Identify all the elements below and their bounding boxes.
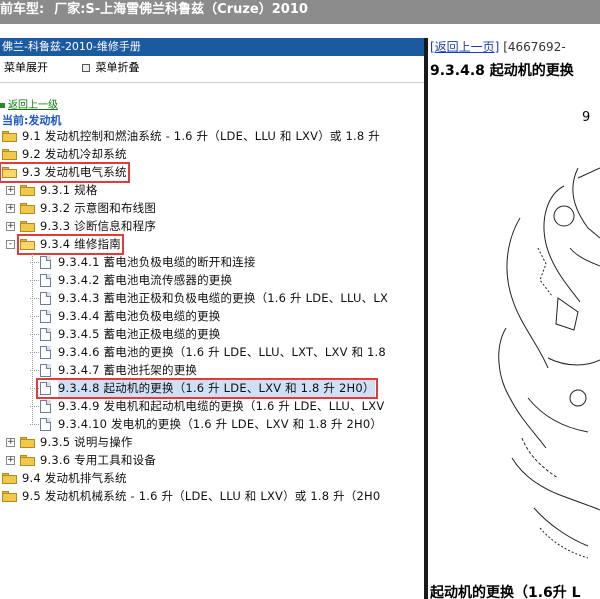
tree-folder-item[interactable]: +9.3.1 规格 xyxy=(0,182,424,199)
folder-icon xyxy=(2,491,17,502)
document-icon xyxy=(40,418,51,431)
folder-icon xyxy=(2,473,17,484)
back-link-wrap: 返回上一级 xyxy=(0,96,58,111)
tree-item-label: 9.3.4.3 蓄电池正极和负极电缆的更换（1.6 升 LDE、LLU、LX xyxy=(58,291,389,305)
tree-doc-item[interactable]: 9.3.4.2 蓄电池电流传感器的更换 xyxy=(0,272,424,289)
highlight-box xyxy=(36,378,378,399)
collapse-all-button[interactable]: 菜单折叠 xyxy=(80,60,154,76)
starter-diagram xyxy=(498,167,600,559)
document-icon xyxy=(40,310,51,323)
content-panel: [返回上一页] [4667692- 9.3.4.8 起动机的更换 9 起动机的更… xyxy=(428,38,600,599)
section-heading: 起动机的更换（1.6升 L xyxy=(430,585,581,599)
expand-icon[interactable]: + xyxy=(6,204,15,213)
current-location: 当前:发动机 xyxy=(2,114,62,127)
tree-item-label: 9.3.4.1 蓄电池负极电缆的断开和连接 xyxy=(58,255,256,269)
expand-icon[interactable]: + xyxy=(6,222,15,231)
folder-icon xyxy=(2,149,17,160)
collapse-bind: 菜单折叠 xyxy=(95,61,140,74)
tree-doc-item[interactable]: 9.3.4.3 蓄电池正极和负极电缆的更换（1.6 升 LDE、LLU、LX xyxy=(0,290,424,307)
vehicle-name: 厂家:S-上海雪佛兰科鲁兹（Cruze）2010 xyxy=(54,2,308,17)
tree-folder-item[interactable]: 9.1 发动机控制和燃油系统 - 1.6 升（LDE、LLU 和 LXV）或 1… xyxy=(0,128,424,145)
tree-item-label: 9.1 发动机控制和燃油系统 - 1.6 升（LDE、LLU 和 LXV）或 1… xyxy=(22,129,380,143)
callout-number: 9 xyxy=(582,110,591,125)
folder-icon xyxy=(20,185,35,196)
tree-folder-item[interactable]: +9.3.2 示意图和布线图 xyxy=(0,200,424,217)
document-icon xyxy=(40,364,51,377)
expand-icon[interactable]: + xyxy=(6,456,15,465)
expand-icon[interactable]: + xyxy=(6,186,15,195)
collapse-tree-icon[interactable]: - xyxy=(6,240,15,249)
tree-doc-item[interactable]: 9.3.4.9 发电机和起动机电缆的更换（1.6 升 LDE、LLU、LXV xyxy=(0,398,424,415)
highlight-box xyxy=(0,162,130,183)
vehicle-prefix: 前车型: xyxy=(0,2,45,17)
tree-doc-item[interactable]: 9.3.4.8 起动机的更换（1.6 升 LDE、LXV 和 1.8 升 2H0… xyxy=(0,378,424,399)
document-icon xyxy=(40,292,51,305)
back-page-link[interactable]: [返回上一页] xyxy=(430,40,499,54)
folder-icon xyxy=(20,455,35,466)
tree-item-label: 9.2 发动机冷却系统 xyxy=(22,147,127,161)
doc-id: [4667692- xyxy=(503,40,566,54)
tree-folder-item[interactable]: 9.4 发动机排气系统 xyxy=(0,470,424,487)
tree-item-label: 9.3.5 说明与操作 xyxy=(40,435,133,449)
expand-bind: 菜单展开 xyxy=(4,61,48,74)
tree-folder-item[interactable]: 9.5 发动机机械系统 - 1.6 升（LDE、LLU 和 LXV）或 1.8 … xyxy=(0,488,424,505)
tree-folder-item[interactable]: -9.3.4 维修指南 xyxy=(0,234,424,255)
tree-item-label: 9.3.4.6 蓄电池的更换（1.6 升 LDE、LLU、LXT、LXV 和 1… xyxy=(58,345,386,359)
tree-connector xyxy=(32,254,33,425)
bullet-icon xyxy=(0,102,5,108)
tree-item-label: 9.3.4.10 发电机的更换（1.6 升 LDE、LXV 和 1.8 升 2H… xyxy=(58,417,383,431)
tree-item-label: 9.3.4.5 蓄电池正极电缆的更换 xyxy=(58,327,221,341)
document-icon xyxy=(40,328,51,341)
tree-folder-item[interactable]: 9.2 发动机冷却系统 xyxy=(0,146,424,163)
tree-item-label: 9.3.4.7 蓄电池托架的更换 xyxy=(58,363,198,377)
document-icon xyxy=(40,346,51,359)
tree-folder-item[interactable]: 9.3 发动机电气系统 xyxy=(0,162,424,183)
folder-icon xyxy=(20,437,35,448)
tree-folder-item[interactable]: +9.3.3 诊断信息和程序 xyxy=(0,218,424,235)
vehicle-title-bar: 前车型: 厂家:S-上海雪佛兰科鲁兹（Cruze）2010 xyxy=(0,0,600,24)
expand-icon[interactable]: + xyxy=(6,438,15,447)
tree-item-label: 9.3.1 规格 xyxy=(40,183,98,197)
manual-title: 佛兰-科鲁兹-2010-维修手册 xyxy=(0,38,424,56)
tree-item-label: 9.3.4.2 蓄电池电流传感器的更换 xyxy=(58,273,233,287)
tree-item-label: 9.4 发动机排气系统 xyxy=(22,471,127,485)
toc-toolbar: 菜单展开 菜单折叠 xyxy=(0,60,168,76)
tree-item-label: 9.3.4.9 发电机和起动机电缆的更换（1.6 升 LDE、LLU、LXV xyxy=(58,399,385,413)
expand-all-button[interactable]: 菜单展开 xyxy=(0,60,62,76)
collapse-icon xyxy=(81,64,90,72)
tree-item-label: 9.3.2 示意图和布线图 xyxy=(40,201,157,215)
document-icon xyxy=(40,256,51,269)
tree-item-label: 9.3.6 专用工具和设备 xyxy=(40,453,157,467)
page-title: 9.3.4.8 起动机的更换 xyxy=(430,63,574,79)
folder-icon xyxy=(20,203,35,214)
document-icon xyxy=(40,274,51,287)
tree-doc-item[interactable]: 9.3.4.1 蓄电池负极电缆的断开和连接 xyxy=(0,254,424,271)
folder-icon xyxy=(2,131,17,142)
tree-doc-item[interactable]: 9.3.4.7 蓄电池托架的更换 xyxy=(0,362,424,379)
divider xyxy=(0,82,424,83)
document-icon xyxy=(40,400,51,413)
tree-item-label: 9.3.3 诊断信息和程序 xyxy=(40,219,157,233)
tree-folder-item[interactable]: +9.3.6 专用工具和设备 xyxy=(0,452,424,469)
highlight-box xyxy=(17,234,124,255)
tree-item-label: 9.3.4.4 蓄电池负极电缆的更换 xyxy=(58,309,221,323)
tree-doc-item[interactable]: 9.3.4.6 蓄电池的更换（1.6 升 LDE、LLU、LXT、LXV 和 1… xyxy=(0,344,424,361)
tree-doc-item[interactable]: 9.3.4.5 蓄电池正极电缆的更换 xyxy=(0,326,424,343)
tree-item-label: 9.5 发动机机械系统 - 1.6 升（LDE、LLU 和 LXV）或 1.8 … xyxy=(22,489,381,503)
folder-icon xyxy=(20,221,35,232)
tree-doc-item[interactable]: 9.3.4.4 蓄电池负极电缆的更换 xyxy=(0,308,424,325)
content-nav: [返回上一页] [4667692- xyxy=(430,38,566,55)
tree-folder-item[interactable]: +9.3.5 说明与操作 xyxy=(0,434,424,451)
app-root: 前车型: 厂家:S-上海雪佛兰科鲁兹（Cruze）2010 佛兰-科鲁兹-2010… xyxy=(0,0,600,599)
toc-panel: 佛兰-科鲁兹-2010-维修手册 菜单展开 菜单折叠 返回上一级 当前:发动机 … xyxy=(0,38,424,599)
tree-doc-item[interactable]: 9.3.4.10 发电机的更换（1.6 升 LDE、LXV 和 1.8 升 2H… xyxy=(0,416,424,433)
back-to-parent-link[interactable]: 返回上一级 xyxy=(8,100,58,111)
